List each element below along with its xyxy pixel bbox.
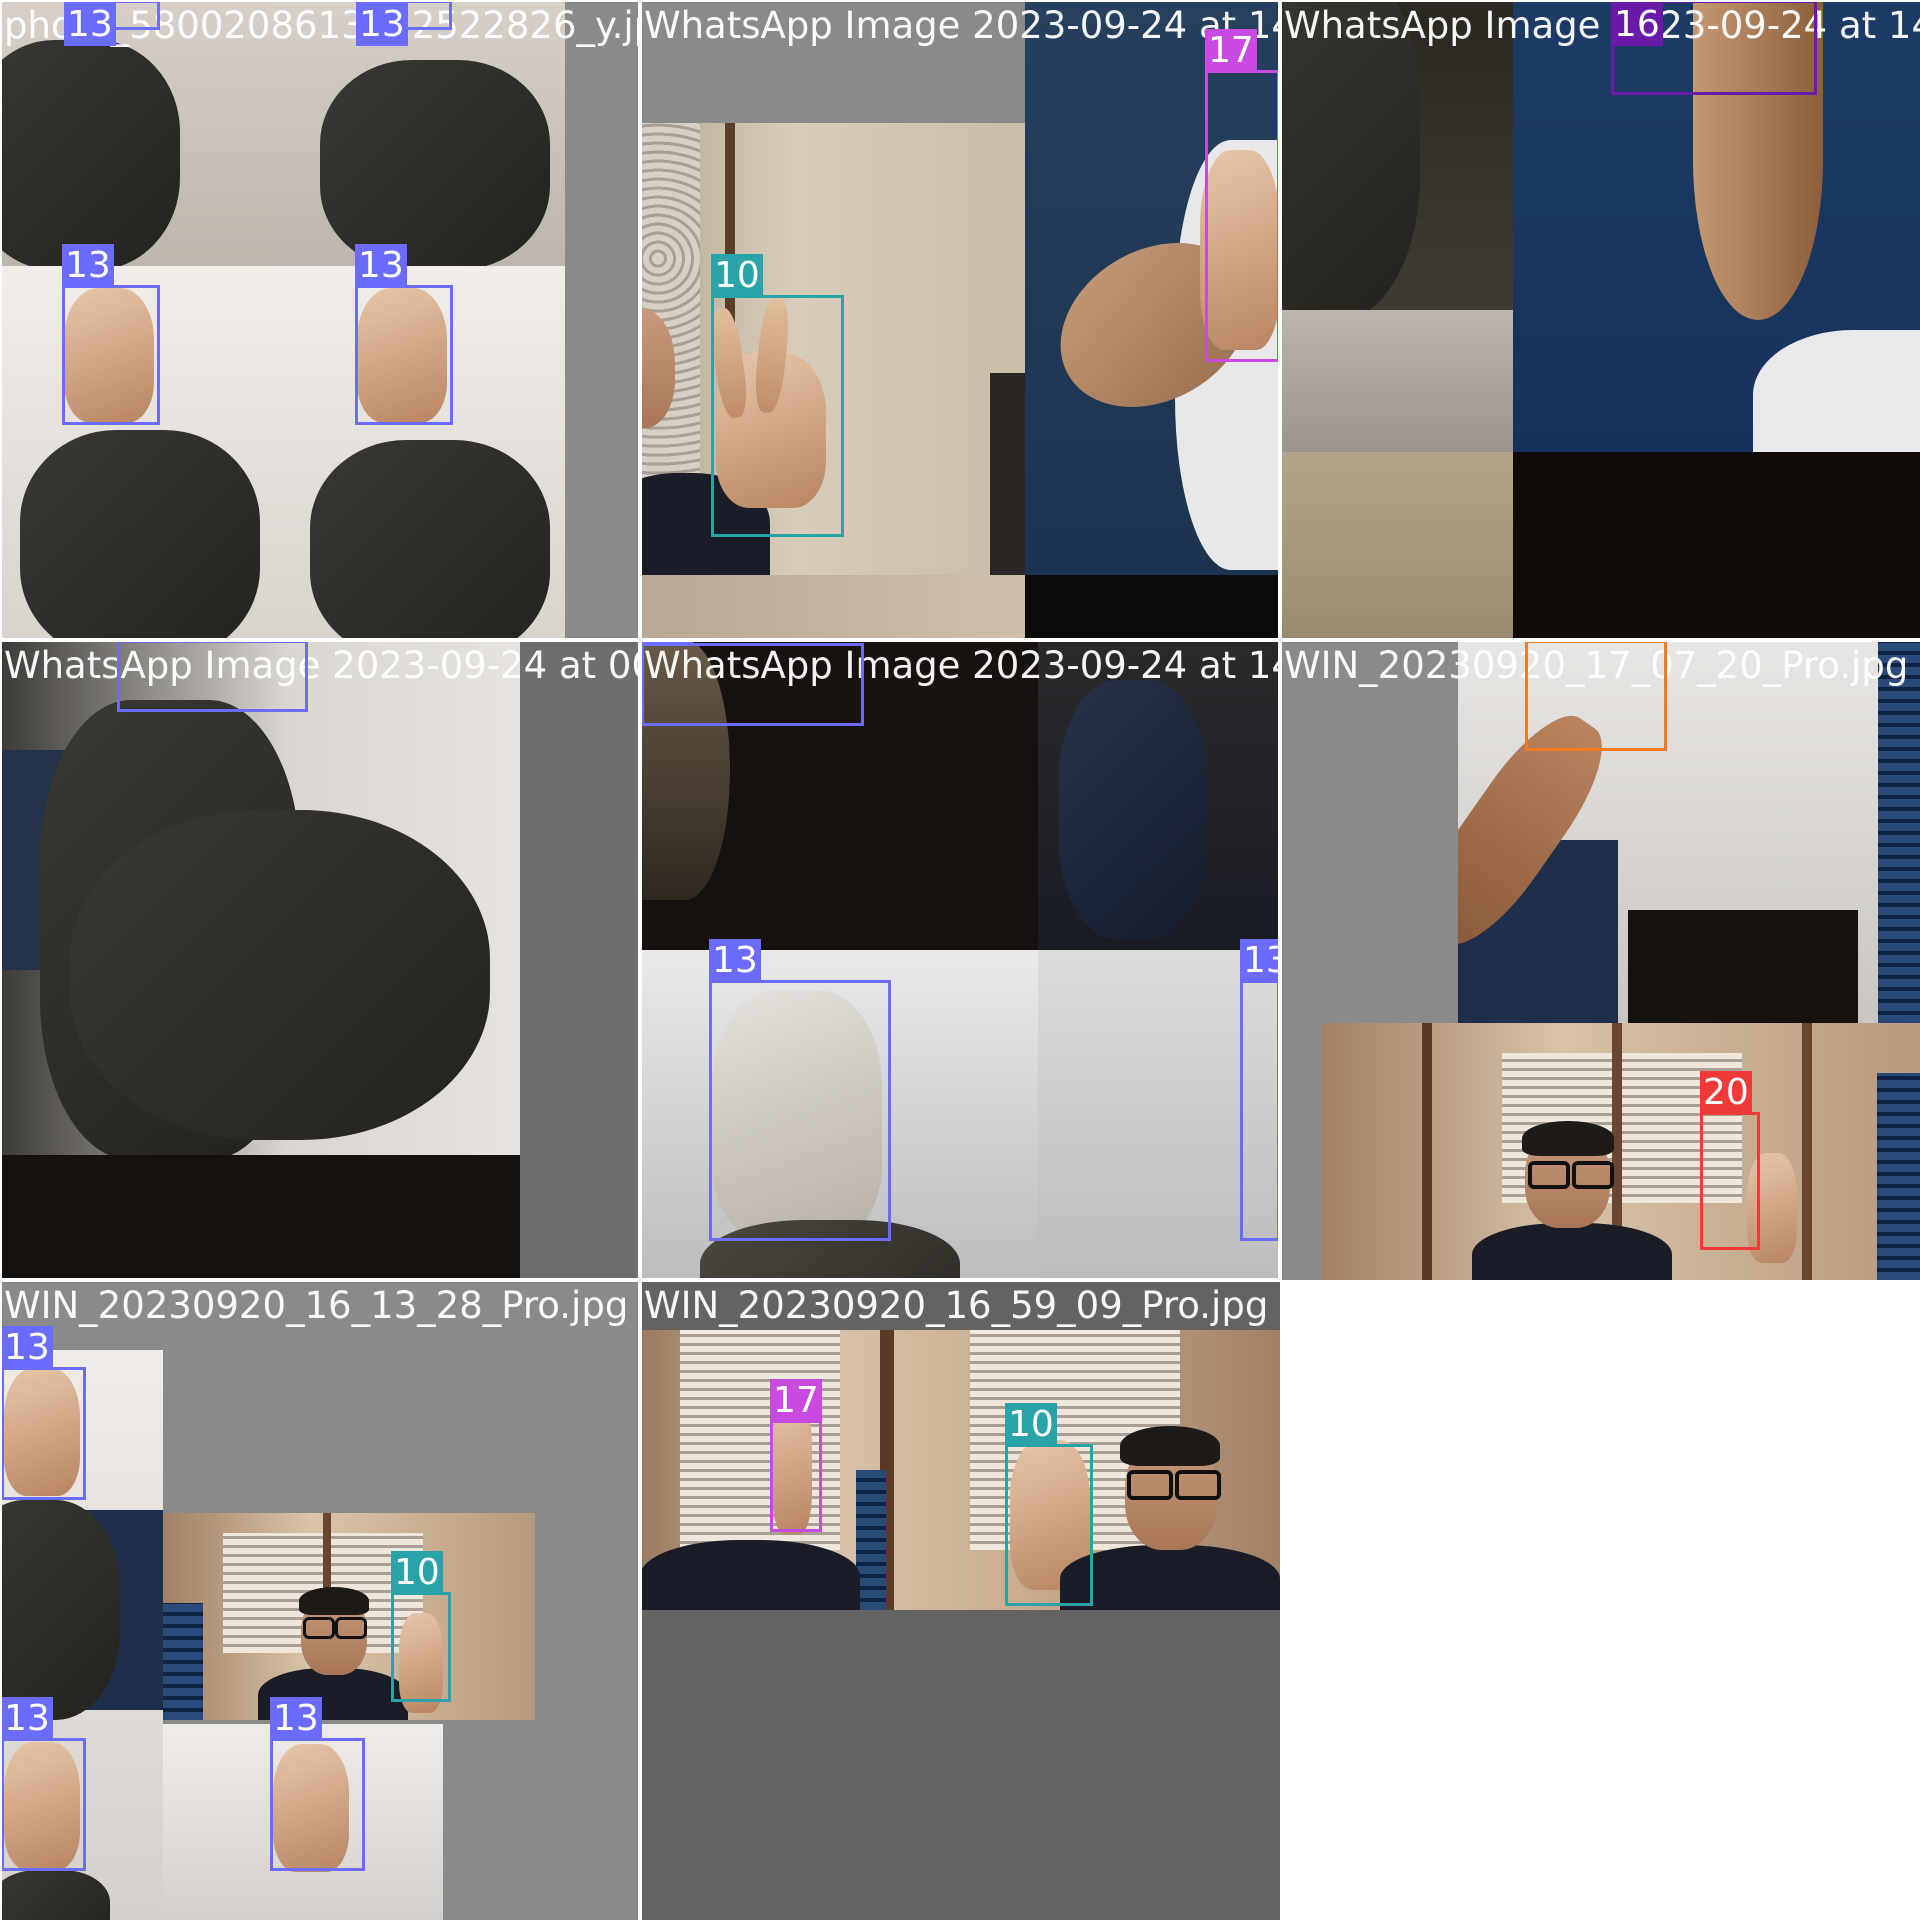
mosaic-tile: WhatsApp Image 2023-09-24 at 14.36.06 (1… (640, 0, 1280, 640)
headboard (1628, 910, 1858, 1023)
image-filename: WIN_20230920_16_13_28_Pro.jpg (4, 1284, 629, 1327)
shirt (640, 1540, 860, 1610)
detection-box: 10 (1005, 1403, 1093, 1606)
tv (990, 373, 1025, 575)
door-frame (1802, 1023, 1812, 1280)
class-label: 20 (1700, 1071, 1752, 1114)
class-label: 13 (709, 939, 761, 982)
sleeve (20, 430, 260, 640)
grid-line (0, 0, 2, 1920)
detection-box: 13 (641, 640, 864, 726)
sleeve (70, 810, 490, 1140)
photo-dark-strip (1025, 575, 1280, 640)
floor (1280, 310, 1513, 452)
tile-photo (1322, 1023, 1920, 1280)
glasses (1175, 1470, 1221, 1500)
hair (1120, 1426, 1220, 1466)
mosaic-tile: WhatsApp Image 2023-09-24 at 14.26.35.jp… (640, 640, 1280, 1280)
glasses (1127, 1470, 1173, 1500)
white-cloth (1753, 330, 1920, 452)
grid-line (638, 0, 642, 1920)
shirt (1060, 1545, 1280, 1610)
curtain (856, 1470, 886, 1610)
tile-photo (163, 1513, 535, 1720)
detection-box: 13 (709, 939, 891, 1241)
image-filename: WIN_20230920_16_59_09_Pro.jpg (644, 1284, 1269, 1327)
sleeve (0, 40, 180, 270)
curtain (163, 1603, 203, 1720)
photo-floor-strip (640, 575, 1025, 640)
tile-photo (1280, 0, 1513, 452)
door-frame (1422, 1023, 1432, 1280)
photo-lower-right (1513, 452, 1920, 640)
class-label: 13 (1240, 939, 1280, 982)
tile-photo (640, 1330, 1280, 1610)
class-label: 17 (770, 1379, 822, 1422)
photo-dark-strip (0, 1155, 520, 1280)
detection-box: 10 (391, 1551, 451, 1702)
class-label: 13 (62, 244, 114, 287)
class-label: 16 (1611, 3, 1663, 46)
sleeve (1280, 0, 1420, 320)
glasses (1572, 1161, 1614, 1189)
class-label: 13 (1, 1326, 53, 1369)
glasses (1528, 1161, 1570, 1189)
mosaic-tile: WIN_20230920_16_59_09_Pro.jpg 17 10 (640, 1280, 1280, 1920)
class-label: 13 (64, 3, 116, 46)
mosaic-tile: WhatsApp Image 2023-09-24 at 14.3 16 (1280, 0, 1920, 640)
photo-quadrant (1038, 640, 1280, 950)
class-label: 13 (270, 1697, 322, 1740)
shirt (1472, 1223, 1672, 1280)
detection-box: 16 (1611, 0, 1817, 95)
mosaic-tile: WhatsApp Image 2023-09-24 at 00.11.28 (1… (0, 640, 640, 1280)
glasses (335, 1617, 367, 1639)
sleeve (320, 60, 550, 270)
mosaic-tile: photo_5800208613112522826_y.jpg 13 13 13… (0, 0, 640, 640)
detection-box: 20 (1700, 1071, 1760, 1250)
detection-box: 13 (270, 1697, 365, 1871)
class-label: 10 (1005, 1403, 1057, 1446)
class-label: 13 (355, 244, 407, 287)
detection-box: 13 (64, 0, 160, 46)
class-label: 10 (711, 254, 763, 297)
glasses (303, 1617, 335, 1639)
tile-photo (0, 640, 520, 1155)
detection-box: 13 (117, 640, 308, 712)
detection-box: 13 (62, 244, 160, 425)
detection-box: 13 (1, 1697, 86, 1871)
hair (299, 1587, 369, 1615)
detection-box: 13 (1240, 939, 1280, 1241)
detection-box: 22 (1525, 640, 1667, 751)
sleeve (0, 1500, 120, 1720)
hair (1522, 1121, 1614, 1156)
grid-line (0, 1278, 1280, 1282)
curtain (1878, 640, 1920, 1023)
mosaic-tile: WIN_20230920_16_13_28_Pro.jpg 13 10 13 1… (0, 1280, 640, 1920)
class-label: 13 (1, 1697, 53, 1740)
mosaic-tile: WIN_20230920_17_07_20_Pro.jpg 22 20 (1280, 640, 1920, 1280)
detection-box: 13 (1, 1326, 86, 1500)
class-label: 17 (1205, 29, 1257, 72)
sleeve (0, 1870, 110, 1920)
detection-box: 17 (1205, 29, 1280, 362)
sleeve (310, 440, 550, 640)
curtain (1877, 1073, 1920, 1280)
class-label: 10 (391, 1551, 443, 1594)
detection-box: 17 (770, 1379, 822, 1532)
grid-line (0, 0, 1920, 2)
detection-box: 13 (356, 0, 452, 46)
detection-box: 13 (355, 244, 453, 425)
class-label: 13 (356, 3, 408, 46)
sleeve (1058, 680, 1208, 940)
detection-box: 10 (711, 254, 844, 537)
grid-line (0, 638, 1920, 642)
photo-lower-left (1280, 452, 1513, 640)
